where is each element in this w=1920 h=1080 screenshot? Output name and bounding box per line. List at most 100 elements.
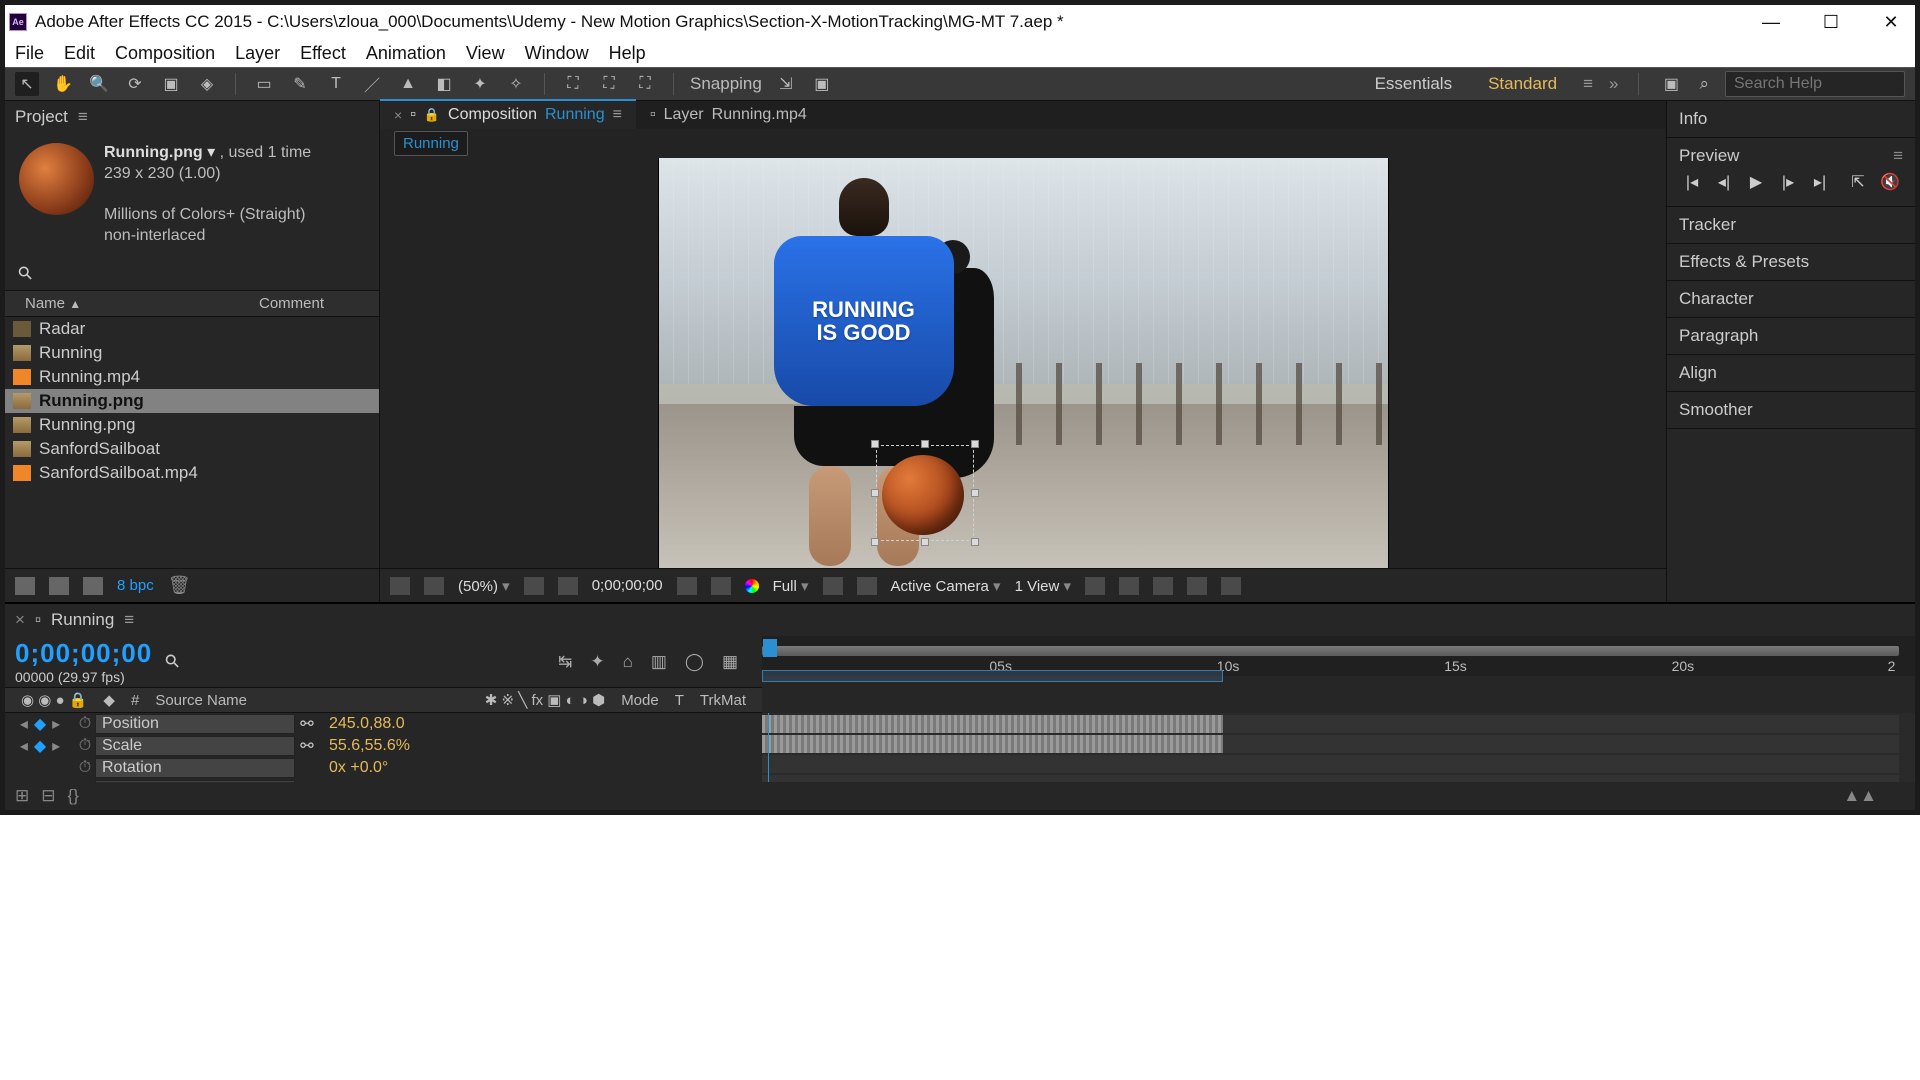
current-timecode[interactable]: 0;00;00;00: [15, 638, 152, 669]
menu-edit[interactable]: Edit: [64, 43, 95, 64]
property-value[interactable]: 245.0,88.0: [319, 715, 405, 733]
new-comp-icon[interactable]: [83, 577, 103, 595]
motion-blur-icon[interactable]: ◯: [685, 652, 704, 672]
exposure-icon[interactable]: [1221, 577, 1241, 595]
project-tab[interactable]: Project: [15, 107, 68, 127]
roi-icon[interactable]: [823, 577, 843, 595]
brush-tool-icon[interactable]: ／: [360, 72, 384, 96]
fast-preview-icon[interactable]: [1119, 577, 1139, 595]
resize-handle[interactable]: [971, 489, 979, 497]
axis-local-icon[interactable]: ⛶: [561, 72, 585, 96]
keyframe-track-scale[interactable]: [762, 735, 1223, 753]
keyframe-track-position[interactable]: [762, 715, 1223, 733]
camera-tool-icon[interactable]: ▣: [159, 72, 183, 96]
resize-handle[interactable]: [921, 538, 929, 546]
menu-layer[interactable]: Layer: [235, 43, 280, 64]
snapshot-icon[interactable]: [677, 577, 697, 595]
work-area[interactable]: [762, 670, 1223, 682]
project-item[interactable]: Running: [5, 341, 379, 365]
menu-help[interactable]: Help: [609, 43, 646, 64]
project-item[interactable]: Running.png: [5, 413, 379, 437]
guides-icon[interactable]: [558, 577, 578, 595]
type-tool-icon[interactable]: T: [324, 72, 348, 96]
grid-icon[interactable]: [424, 577, 444, 595]
new-folder-icon[interactable]: [49, 577, 69, 595]
tab-composition[interactable]: × ▫ 🔒 Composition Running ≡: [380, 99, 636, 129]
flowchart-icon[interactable]: [1187, 577, 1207, 595]
property-value[interactable]: 55.6,55.6%: [319, 737, 410, 755]
property-value[interactable]: 0x +0.0°: [319, 759, 388, 777]
toggle-switches-icon[interactable]: ⊞: [15, 786, 29, 806]
transform-property-row[interactable]: ◂◆▸⏱Position⚯245.0,88.0: [5, 713, 762, 735]
menu-composition[interactable]: Composition: [115, 43, 215, 64]
first-frame-icon[interactable]: |◂: [1681, 172, 1703, 192]
timeline-comp-name[interactable]: Running: [51, 610, 114, 630]
search-icon[interactable]: ⚲: [14, 261, 38, 285]
interpret-footage-icon[interactable]: [15, 577, 35, 595]
transparency-icon[interactable]: [857, 577, 877, 595]
color-management-icon[interactable]: [745, 579, 759, 593]
bpc-indicator[interactable]: 8 bpc: [117, 577, 154, 594]
transform-property-row[interactable]: ◂◆▸⏱Scale⚯55.6,55.6%: [5, 735, 762, 757]
project-item[interactable]: SanfordSailboat: [5, 437, 379, 461]
minimize-button[interactable]: —: [1759, 12, 1783, 33]
mask-icon[interactable]: [524, 577, 544, 595]
transform-property-row[interactable]: ⏱Rotation0x +0.0°: [5, 757, 762, 779]
puppet-tool-icon[interactable]: ✧: [504, 72, 528, 96]
zoom-slider-icon[interactable]: ▲▲: [1843, 786, 1905, 806]
panel-effects-presets[interactable]: Effects & Presets: [1667, 244, 1915, 281]
trash-icon[interactable]: 🗑: [168, 575, 191, 596]
loop-icon[interactable]: ⇱: [1847, 172, 1869, 192]
camera-dropdown[interactable]: Active Camera: [891, 577, 1001, 595]
av-column-icon[interactable]: ◉ ◉ ● 🔒: [13, 691, 95, 709]
close-button[interactable]: ✕: [1879, 12, 1903, 33]
stopwatch-icon[interactable]: ⏱: [75, 737, 95, 755]
menu-window[interactable]: Window: [525, 43, 589, 64]
clone-tool-icon[interactable]: ▲: [396, 72, 420, 96]
project-item[interactable]: Running.png: [5, 389, 379, 413]
menu-view[interactable]: View: [466, 43, 505, 64]
add-keyframe-icon[interactable]: ◆: [34, 714, 46, 734]
panel-info[interactable]: Info: [1667, 101, 1915, 138]
resize-handle[interactable]: [871, 440, 879, 448]
workspace-menu-icon[interactable]: ≡: [1583, 74, 1593, 94]
panel-align[interactable]: Align: [1667, 355, 1915, 392]
resize-handle[interactable]: [971, 440, 979, 448]
source-name-column[interactable]: Source Name: [147, 692, 476, 709]
workspace-overflow-icon[interactable]: »: [1609, 74, 1618, 94]
last-frame-icon[interactable]: ▸|: [1809, 172, 1831, 192]
shape-tool-icon[interactable]: ▭: [252, 72, 276, 96]
pen-tool-icon[interactable]: ✎: [288, 72, 312, 96]
resize-handle[interactable]: [871, 489, 879, 497]
mute-icon[interactable]: 🔇: [1879, 172, 1901, 192]
link-icon[interactable]: ⚯: [295, 736, 319, 756]
trkmat-column[interactable]: TrkMat: [692, 692, 754, 709]
workspace-essentials[interactable]: Essentials: [1365, 70, 1462, 98]
column-name[interactable]: Name ▲: [15, 295, 259, 312]
maximize-button[interactable]: ☐: [1819, 12, 1843, 33]
views-dropdown[interactable]: 1 View: [1015, 577, 1071, 595]
hand-tool-icon[interactable]: ✋: [51, 72, 75, 96]
panel-tracker[interactable]: Tracker: [1667, 207, 1915, 244]
panel-smoother[interactable]: Smoother: [1667, 392, 1915, 429]
menu-file[interactable]: File: [15, 43, 44, 64]
toggle-in-out-icon[interactable]: {}: [68, 786, 79, 806]
next-keyframe-icon[interactable]: ▸: [52, 714, 60, 734]
composition-canvas[interactable]: RUNNING IS GOOD: [659, 158, 1388, 568]
lock-icon[interactable]: 🔒: [424, 107, 440, 123]
pan-behind-tool-icon[interactable]: ◈: [195, 72, 219, 96]
breadcrumb-comp[interactable]: Running: [394, 131, 468, 156]
mode-column[interactable]: Mode: [613, 692, 667, 709]
next-frame-icon[interactable]: |▸: [1777, 172, 1799, 192]
panel-paragraph[interactable]: Paragraph: [1667, 318, 1915, 355]
channel-icon[interactable]: [711, 577, 731, 595]
eraser-tool-icon[interactable]: ◧: [432, 72, 456, 96]
project-item[interactable]: SanfordSailboat.mp4: [5, 461, 379, 485]
project-item[interactable]: Radar: [5, 317, 379, 341]
search-help-input[interactable]: [1725, 71, 1905, 97]
panel-menu-icon[interactable]: ≡: [78, 107, 88, 127]
label-column-icon[interactable]: ◆: [95, 691, 123, 709]
add-keyframe-icon[interactable]: ◆: [34, 736, 46, 756]
time-navigator[interactable]: [762, 646, 1899, 656]
switches-icon[interactable]: ✱ ※ ╲ fx ▣ ◐ ◑ ⬢: [477, 691, 613, 709]
